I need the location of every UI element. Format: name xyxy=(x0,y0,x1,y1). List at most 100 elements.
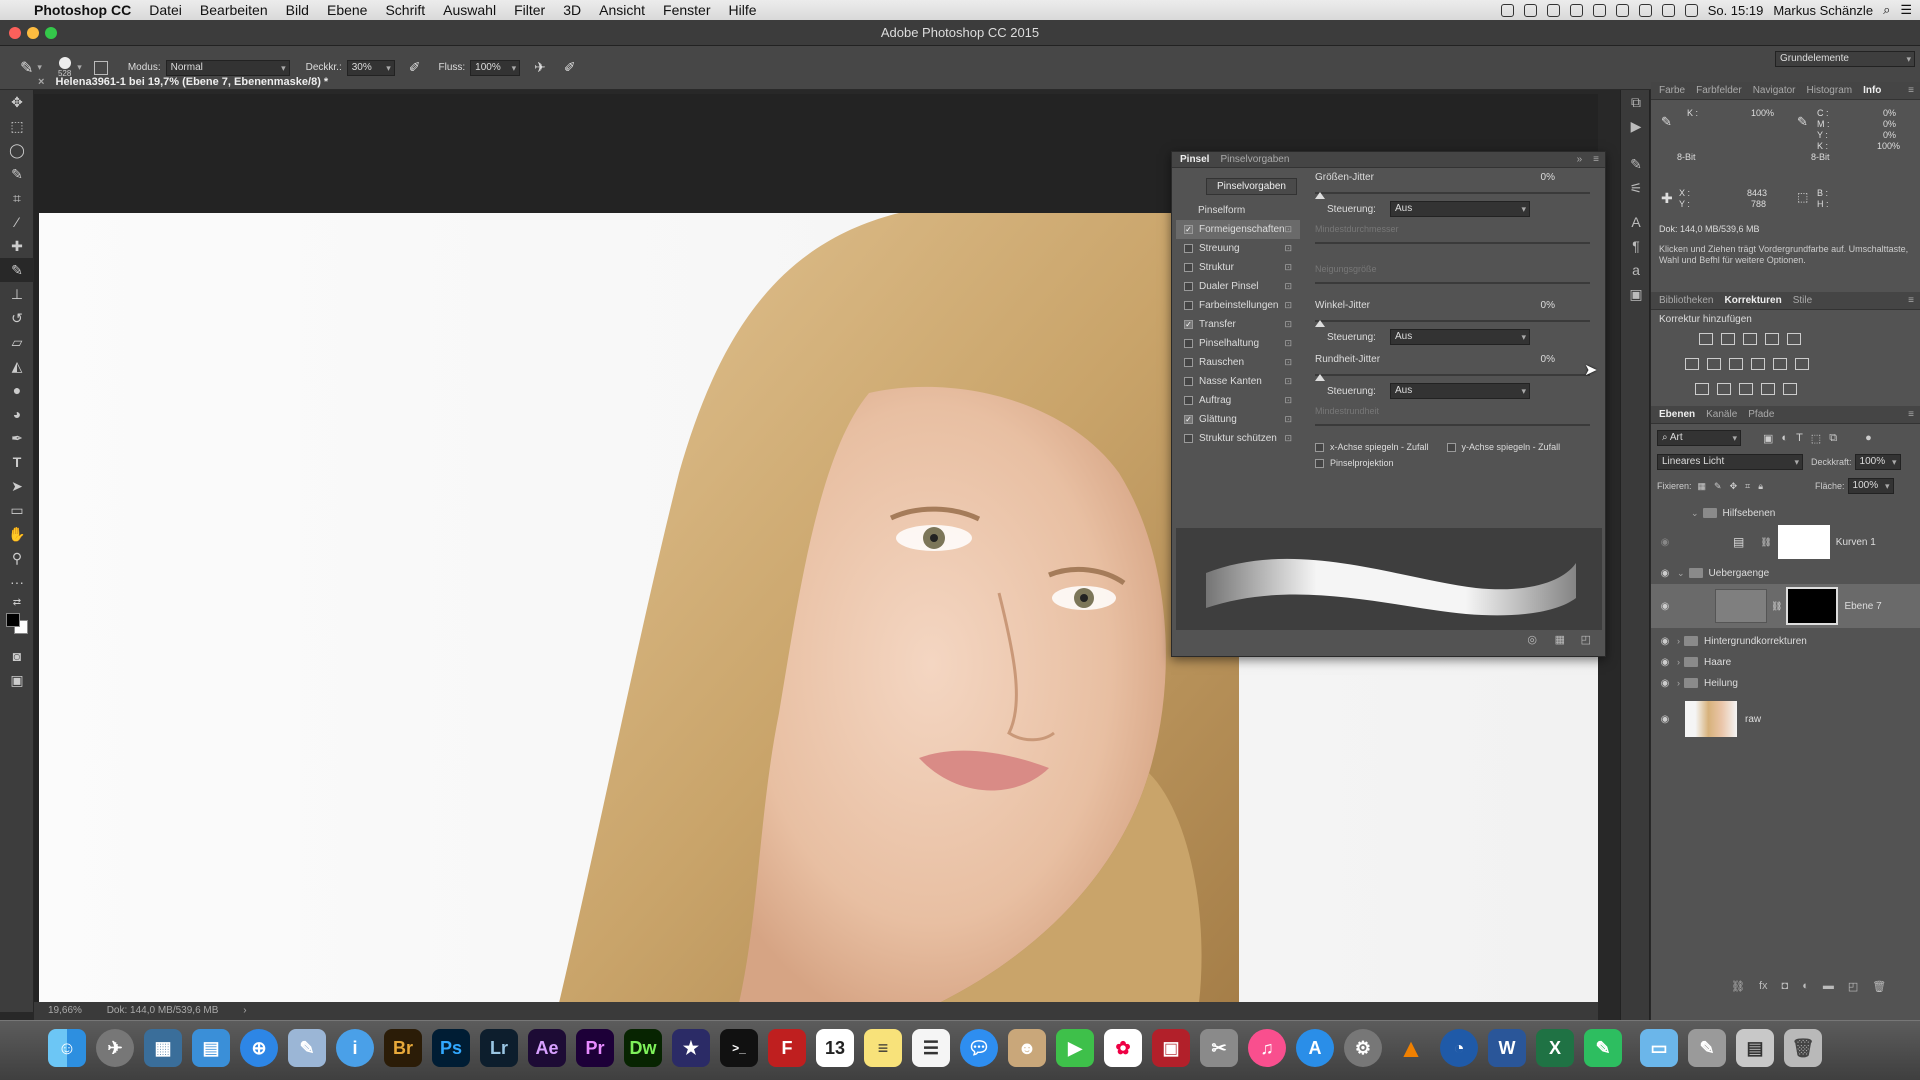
spotlight-icon[interactable]: ⌕ xyxy=(1883,2,1890,18)
filezilla-icon[interactable]: F xyxy=(768,1029,806,1067)
zoom-tool-icon[interactable]: ⚲ xyxy=(0,546,34,570)
zoom-level[interactable]: 19,66% xyxy=(48,1005,82,1016)
type-tool-icon[interactable]: T xyxy=(0,450,34,474)
brush-setting-checkbox[interactable]: ✓ xyxy=(1184,415,1193,424)
brush-preset-picker[interactable]: 528 xyxy=(58,57,71,78)
lightroom-icon[interactable]: Lr xyxy=(480,1029,518,1067)
itunes-icon[interactable]: ♫ xyxy=(1248,1029,1286,1067)
visibility-eye-icon[interactable]: ◉ xyxy=(1657,568,1673,579)
new-preset-icon[interactable]: ◰ xyxy=(1581,633,1591,646)
pressure-size-icon[interactable]: ✐ xyxy=(564,59,576,76)
adjust-panel-menu-icon[interactable]: ≡ xyxy=(1908,295,1914,306)
layer-ebene7[interactable]: ◉ ⛓ Ebene 7 xyxy=(1651,584,1920,628)
menu-3d[interactable]: 3D xyxy=(554,2,590,18)
tab-pfade[interactable]: Pfade xyxy=(1748,409,1774,420)
scripts-icon[interactable]: ✂ xyxy=(1200,1029,1238,1067)
control-dropdown-3[interactable]: Aus xyxy=(1390,383,1530,399)
fill-field[interactable]: 100% xyxy=(1847,478,1894,494)
filter-type-icon[interactable]: T xyxy=(1796,432,1803,444)
add-mask-icon[interactable]: ◘ xyxy=(1782,980,1789,993)
tab-navigator[interactable]: Navigator xyxy=(1753,85,1796,96)
mask-thumbnail-black[interactable] xyxy=(1786,587,1839,625)
menu-ebene[interactable]: Ebene xyxy=(318,2,376,18)
tab-ebenen[interactable]: Ebenen xyxy=(1659,409,1695,420)
marquee-tool-icon[interactable]: ⬚ xyxy=(0,114,34,138)
terminal-icon[interactable]: >_ xyxy=(720,1029,758,1067)
brush-setting-item[interactable]: ✓ Glättung ⊡ xyxy=(1176,410,1300,429)
channel-mixer-adjust-icon[interactable] xyxy=(1773,358,1787,370)
brush-setting-checkbox[interactable] xyxy=(1184,244,1193,253)
pressure-opacity-icon[interactable]: ✐ xyxy=(409,59,421,76)
clock[interactable]: So. 15:19 xyxy=(1708,3,1764,18)
brush-setting-checkbox[interactable] xyxy=(1184,377,1193,386)
properties-icon[interactable]: ⚟ xyxy=(1621,176,1651,200)
new-layer-icon[interactable]: ◰ xyxy=(1848,980,1858,993)
status-icon-1[interactable] xyxy=(1500,3,1514,17)
reminders-icon[interactable]: ☰ xyxy=(912,1029,950,1067)
info-app-icon[interactable]: i xyxy=(336,1029,374,1067)
brush-setting-item[interactable]: Farbeinstellungen ⊡ xyxy=(1176,296,1300,315)
info-panel-menu-icon[interactable]: ≡ xyxy=(1908,85,1914,96)
dropbox-icon[interactable] xyxy=(1523,3,1537,17)
lock-icon[interactable]: ⊡ xyxy=(1284,338,1292,349)
group-collapsed-icon[interactable]: › xyxy=(1677,657,1680,667)
brush-setting-checkbox[interactable] xyxy=(1184,301,1193,310)
workspace-dropdown[interactable]: Grundelemente xyxy=(1775,51,1915,67)
hand-tool-icon[interactable]: ✋ xyxy=(0,522,34,546)
tab-stile[interactable]: Stile xyxy=(1793,295,1812,306)
finder-icon[interactable]: ☺ xyxy=(48,1029,86,1067)
filter-pixel-icon[interactable]: ▣ xyxy=(1763,432,1773,445)
device-preview-icon[interactable]: ▣ xyxy=(1621,282,1651,306)
color-lookup-adjust-icon[interactable] xyxy=(1795,358,1809,370)
link-layers-icon[interactable]: ⛓ xyxy=(1731,980,1745,993)
lock-icon[interactable]: ⊡ xyxy=(1284,376,1292,387)
layer-raw[interactable]: ◉ raw xyxy=(1651,700,1920,738)
trash-icon[interactable]: 🗑︎ xyxy=(1784,1029,1822,1067)
visibility-eye-icon[interactable]: ◉ xyxy=(1657,537,1673,548)
glyphs-icon[interactable]: a xyxy=(1621,258,1651,282)
lock-icon[interactable]: ⊡ xyxy=(1284,357,1292,368)
downloads-folder-icon[interactable]: ▭ xyxy=(1640,1029,1678,1067)
tab-farbfelder[interactable]: Farbfelder xyxy=(1696,85,1742,96)
layer-opacity-field[interactable]: 100% xyxy=(1854,454,1901,470)
tool-preset-chevron-icon[interactable]: ▾ xyxy=(37,62,42,73)
evernote-icon[interactable]: ✎ xyxy=(1584,1029,1622,1067)
brush-setting-item[interactable]: Rauschen ⊡ xyxy=(1176,353,1300,372)
flip-x-box[interactable] xyxy=(1315,442,1324,452)
facetime-icon[interactable]: ▶ xyxy=(1056,1029,1094,1067)
paragraph-icon[interactable]: ¶ xyxy=(1621,234,1651,258)
group-expanded-icon[interactable]: ⌄ xyxy=(1691,508,1699,519)
eyedropper-tool-icon[interactable]: ⁄ xyxy=(0,210,34,234)
menu-fenster[interactable]: Fenster xyxy=(654,2,719,18)
brushes-stack-icon[interactable]: ✎ xyxy=(1688,1029,1726,1067)
lock-pixels-icon[interactable]: ✎ xyxy=(1714,481,1722,492)
menu-filter[interactable]: Filter xyxy=(505,2,554,18)
menu-schrift[interactable]: Schrift xyxy=(376,2,434,18)
lock-all-icon[interactable]: 🔒︎ xyxy=(1758,481,1763,492)
control-dropdown-2[interactable]: Aus xyxy=(1390,329,1530,345)
crop-tool-icon[interactable]: ⌗ xyxy=(0,186,34,210)
flip-y-checkbox[interactable]: y-Achse spiegeln - Zufall xyxy=(1446,442,1560,452)
tab-histogram[interactable]: Histogram xyxy=(1807,85,1853,96)
filter-shape-icon[interactable]: ⬚ xyxy=(1811,432,1821,445)
brush-setting-item[interactable]: Struktur ⊡ xyxy=(1176,258,1300,277)
layer-group-hintergrund[interactable]: ◉ › Hintergrundkorrekturen xyxy=(1651,632,1920,650)
screen-mode-icon[interactable]: ▣ xyxy=(0,668,34,692)
pinselform-item[interactable]: Pinselform xyxy=(1176,201,1300,220)
layer-kurven[interactable]: ◉ ▤ ⛓ Kurven 1 xyxy=(1651,524,1920,560)
documents-stack-icon[interactable]: ▤ xyxy=(1736,1029,1774,1067)
brush-panel-toggle-icon[interactable] xyxy=(93,60,108,75)
airbrush-icon[interactable]: ✈ xyxy=(534,59,546,76)
lock-icon[interactable]: ⊡ xyxy=(1284,395,1292,406)
roundness-jitter-slider[interactable] xyxy=(1315,370,1590,381)
menu-bearbeiten[interactable]: Bearbeiten xyxy=(191,2,277,18)
brush-setting-item[interactable]: Dualer Pinsel ⊡ xyxy=(1176,277,1300,296)
mission-control-icon[interactable]: ▦ xyxy=(144,1029,182,1067)
rectangle-tool-icon[interactable]: ▭ xyxy=(0,498,34,522)
wifi-icon[interactable] xyxy=(1661,3,1675,17)
lock-icon[interactable]: ⊡ xyxy=(1284,224,1292,235)
drive-icon[interactable] xyxy=(1546,3,1560,17)
brush-setting-checkbox[interactable] xyxy=(1184,434,1193,443)
group-collapsed-icon[interactable]: › xyxy=(1677,636,1680,646)
pen-tool-icon[interactable]: ✒ xyxy=(0,426,34,450)
